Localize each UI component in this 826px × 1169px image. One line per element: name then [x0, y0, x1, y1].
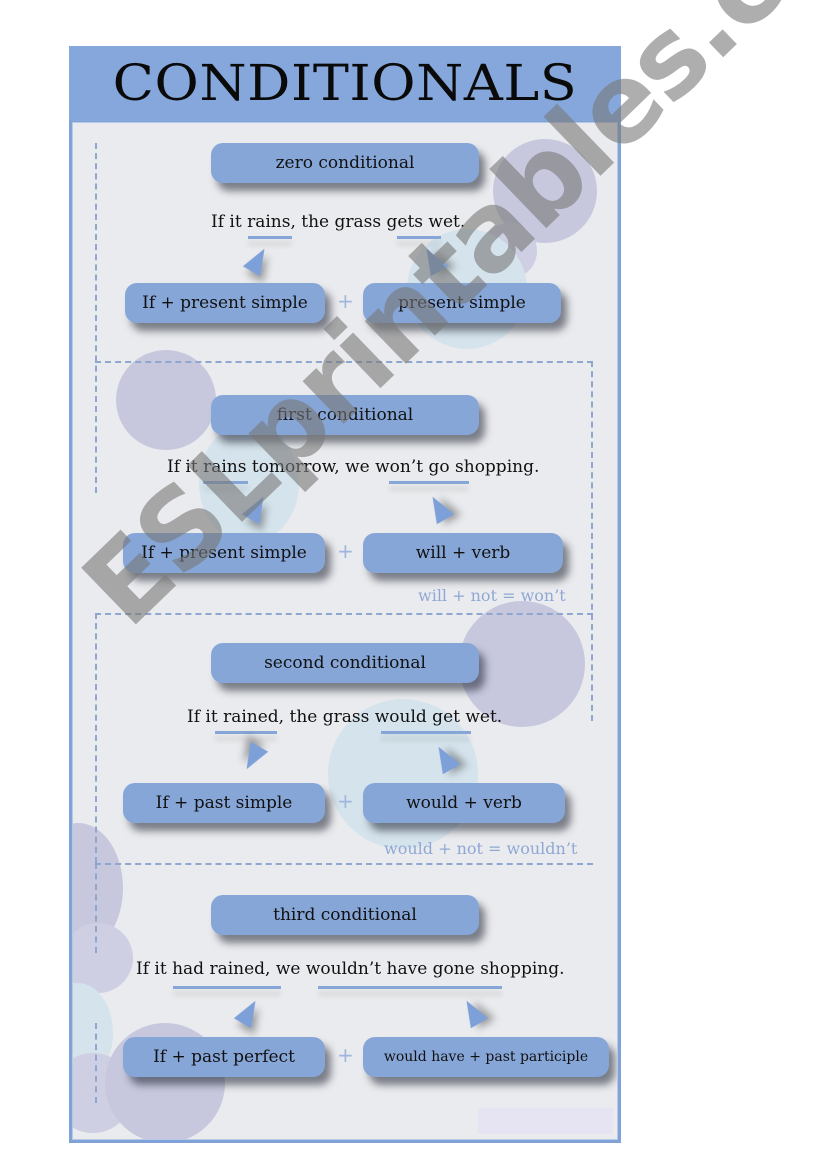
section-heading-first: first conditional	[211, 395, 479, 435]
plus-sign: +	[337, 289, 354, 313]
underline	[203, 481, 248, 484]
underline	[318, 986, 502, 989]
example-sentence-first: If it rains tomorrow, we won’t go shoppi…	[167, 457, 540, 477]
formula-main-clause-first: will + verb	[363, 533, 563, 573]
underline	[173, 986, 281, 989]
underline	[381, 731, 471, 734]
formula-if-clause-second: If + past simple	[123, 783, 325, 823]
worksheet-frame: CONDITIONALS zero conditional If it rain…	[69, 46, 621, 1143]
dashed-divider	[95, 1023, 97, 1103]
section-heading-zero: zero conditional	[211, 143, 479, 183]
formula-main-clause-second: would + verb	[363, 783, 565, 823]
dashed-divider	[95, 143, 97, 493]
plus-sign: +	[337, 539, 354, 563]
dashed-divider	[95, 361, 593, 363]
section-heading-second: second conditional	[211, 643, 479, 683]
formula-if-clause-zero: If + present simple	[125, 283, 325, 323]
underline	[215, 731, 277, 734]
formula-main-clause-third: would have + past participle	[363, 1037, 609, 1077]
plus-sign: +	[337, 1043, 354, 1067]
section-heading-third: third conditional	[211, 895, 479, 935]
contraction-note-first: will + not = won’t	[418, 586, 566, 605]
arrow-icon	[233, 995, 265, 1029]
dashed-divider	[591, 361, 593, 721]
arrow-icon	[242, 243, 274, 277]
example-sentence-third: If it had rained, we wouldn’t have gone …	[136, 959, 565, 979]
underline	[389, 481, 469, 484]
underline	[397, 236, 441, 239]
page-title: CONDITIONALS	[112, 54, 578, 112]
underline	[248, 236, 292, 239]
header-banner: CONDITIONALS	[69, 46, 621, 121]
dashed-divider	[95, 613, 593, 615]
plus-sign: +	[337, 789, 354, 813]
formula-if-clause-third: If + past perfect	[123, 1037, 325, 1077]
arrow-icon	[457, 995, 489, 1029]
arrow-icon	[423, 491, 455, 525]
contraction-note-second: would + not = wouldn’t	[384, 839, 578, 858]
arrow-icon	[237, 741, 269, 775]
example-sentence-second: If it rained, the grass would get wet.	[187, 707, 503, 727]
decorative-rect	[478, 1108, 613, 1134]
decorative-circle	[116, 350, 216, 450]
dashed-divider	[95, 863, 593, 865]
example-sentence-zero: If it rains, the grass gets wet.	[211, 212, 466, 232]
dashed-divider	[95, 863, 97, 953]
formula-if-clause-first: If + present simple	[123, 533, 325, 573]
formula-main-clause-zero: present simple	[363, 283, 561, 323]
dashed-divider	[95, 613, 97, 863]
content-panel: zero conditional If it rains, the grass …	[72, 122, 618, 1140]
